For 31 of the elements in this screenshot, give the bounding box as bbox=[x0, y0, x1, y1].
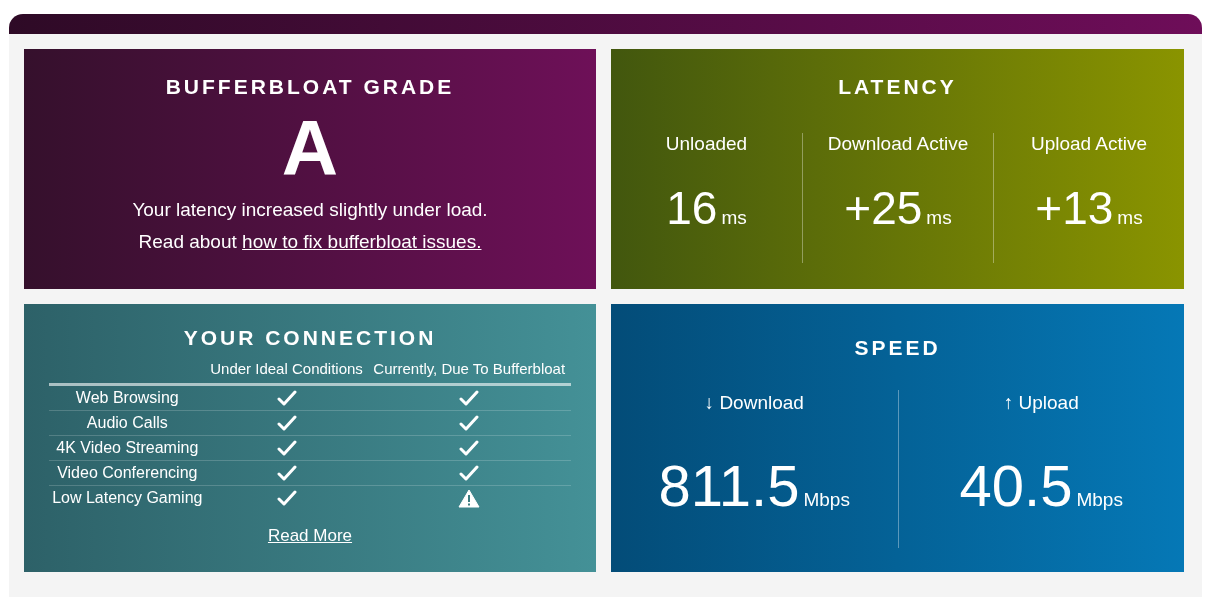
activity-label: Audio Calls bbox=[49, 410, 206, 436]
grade-message: Your latency increased slightly under load. bbox=[131, 199, 489, 221]
activity-label: 4K Video Streaming bbox=[49, 435, 206, 461]
card-title: BUFFERBLOAT GRADE bbox=[164, 75, 456, 99]
column-header: Under Ideal Conditions bbox=[205, 360, 368, 385]
metric-value: +13 bbox=[1035, 182, 1114, 234]
read-more-link[interactable]: Read More bbox=[267, 526, 353, 545]
unit-label: ms bbox=[721, 207, 747, 228]
metric-label: ↓ Download bbox=[704, 392, 804, 414]
card-title: SPEED bbox=[853, 336, 942, 360]
metric-label: ↑ Upload bbox=[1003, 392, 1079, 414]
fix-link[interactable]: how to fix bufferbloat issues. bbox=[242, 231, 482, 252]
card-title: YOUR CONNECTION bbox=[182, 326, 438, 350]
metric-label: Unloaded bbox=[665, 133, 748, 155]
activity-label: Low Latency Gaming bbox=[49, 485, 206, 510]
metric-value: 811.5 bbox=[658, 453, 800, 518]
metric-value: 40.5 bbox=[959, 453, 1073, 518]
unit-label: Mbps bbox=[803, 489, 850, 510]
unit-label: ms bbox=[926, 207, 952, 228]
column-header: Currently, Due To Bufferbloat bbox=[367, 360, 571, 385]
metric-label: Download Active bbox=[827, 133, 969, 155]
metric-value: 16 bbox=[666, 182, 718, 234]
grade-letter: A bbox=[281, 109, 339, 187]
activity-label: Web Browsing bbox=[49, 384, 206, 411]
read-about-text: Read about bbox=[138, 231, 237, 252]
activity-label: Video Conferencing bbox=[49, 460, 206, 486]
unit-label: ms bbox=[1117, 207, 1143, 228]
metric-value: +25 bbox=[844, 182, 923, 234]
card-title: LATENCY bbox=[837, 75, 958, 99]
unit-label: Mbps bbox=[1076, 489, 1123, 510]
metric-label: Upload Active bbox=[1030, 133, 1148, 155]
